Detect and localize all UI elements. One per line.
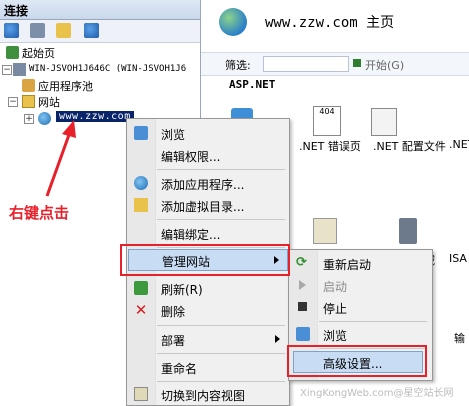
- start-icon: [299, 280, 306, 290]
- submenu-item-browse[interactable]: 浏览: [290, 323, 431, 345]
- tree-item-server[interactable]: − WIN-JSVOH1J646C (WIN-JSVOH1J6: [0, 62, 200, 78]
- watermark: XingKongWeb.com@星空站长网: [300, 388, 454, 399]
- browse-icon: [134, 126, 148, 140]
- stop-icon: [298, 302, 307, 311]
- menu-separator: [157, 325, 285, 326]
- home-globe-icon: [219, 8, 247, 36]
- menu-item-edit-bindings[interactable]: 编辑绑定...: [128, 222, 288, 244]
- menu-separator: [157, 169, 285, 170]
- delete-icon: ✕: [134, 301, 148, 319]
- expand-site-icon[interactable]: +: [24, 114, 34, 124]
- server-icon: [13, 63, 26, 76]
- menu-item-rename[interactable]: 重命名: [128, 356, 288, 378]
- folder-icon[interactable]: [56, 23, 71, 38]
- connect-icon[interactable]: [4, 23, 19, 38]
- feature-net-more[interactable]: .NET: [449, 138, 469, 151]
- tree-item-start-page[interactable]: 起始页: [0, 45, 200, 61]
- menu-item-refresh[interactable]: 刷新(R): [128, 277, 288, 299]
- feature-isa[interactable]: ISA: [449, 252, 467, 265]
- connections-toolbar: [0, 20, 200, 43]
- add-application-icon: [134, 176, 148, 190]
- submenu-item-start[interactable]: 启动: [290, 274, 431, 296]
- connections-title: 连接: [4, 4, 29, 18]
- app-pool-icon: [22, 79, 35, 92]
- submenu-arrow-icon: [275, 335, 280, 343]
- aspnet-group-label: ASP.NET: [229, 78, 276, 91]
- sites-folder-icon: [22, 95, 35, 108]
- content-view-icon: [134, 387, 148, 401]
- server-tower-icon[interactable]: [399, 218, 417, 244]
- menu-separator: [157, 219, 285, 220]
- tree-item-app-pools[interactable]: 应用程序池: [0, 78, 200, 94]
- start-button[interactable]: 开始(G): [365, 57, 404, 73]
- start-page-icon: [6, 46, 19, 59]
- submenu-item-stop[interactable]: 停止: [290, 296, 431, 318]
- add-virtual-directory-icon: [134, 198, 148, 212]
- restart-icon: ⟳: [296, 255, 307, 270]
- feature-net-config[interactable]: .NET 配置文件: [373, 138, 446, 154]
- menu-separator: [319, 321, 427, 322]
- highlight-box-manage-site: [120, 244, 290, 276]
- collapse-server-icon[interactable]: −: [2, 65, 12, 75]
- filter-bar: 筛选: 开始(G): [201, 52, 469, 76]
- tree-item-sites[interactable]: − 网站: [0, 94, 200, 110]
- menu-item-add-application[interactable]: 添加应用程序...: [128, 172, 288, 194]
- right-click-annotation: 右键点击: [9, 204, 70, 222]
- annotation-arrow: [45, 120, 76, 197]
- menu-item-add-virtual-directory[interactable]: 添加虚拟目录...: [128, 194, 288, 216]
- save-icon[interactable]: [30, 23, 45, 38]
- menu-item-browse[interactable]: 浏览: [128, 122, 288, 144]
- config-icon[interactable]: [371, 108, 397, 136]
- menu-separator: [157, 381, 285, 382]
- menu-item-deploy[interactable]: 部署: [128, 328, 288, 350]
- error-page-icon[interactable]: 404: [313, 106, 341, 136]
- highlight-box-advanced-settings: [287, 345, 427, 377]
- filter-input[interactable]: [263, 56, 349, 72]
- start-icon[interactable]: [353, 59, 361, 67]
- page-title: www.zzw.com 主页: [265, 15, 395, 31]
- collapse-sites-icon[interactable]: −: [8, 97, 18, 107]
- refresh-icon: [134, 281, 148, 295]
- feature-output[interactable]: 输: [454, 330, 465, 346]
- menu-item-edit-permissions[interactable]: 编辑权限...: [128, 144, 288, 166]
- docs-icon[interactable]: [313, 218, 337, 244]
- menu-item-switch-content-view[interactable]: 切换到内容视图: [128, 383, 288, 405]
- submenu-item-restart[interactable]: ⟳ 重新启动: [290, 252, 431, 274]
- feature-net-error-pages[interactable]: .NET 错误页: [299, 138, 361, 154]
- connections-header: 连接: [0, 0, 200, 20]
- menu-item-delete[interactable]: ✕ 删除: [128, 299, 288, 321]
- filter-label: 筛选:: [225, 59, 251, 72]
- disconnect-icon[interactable]: [84, 23, 99, 38]
- browse-icon: [296, 327, 310, 341]
- menu-separator: [157, 353, 285, 354]
